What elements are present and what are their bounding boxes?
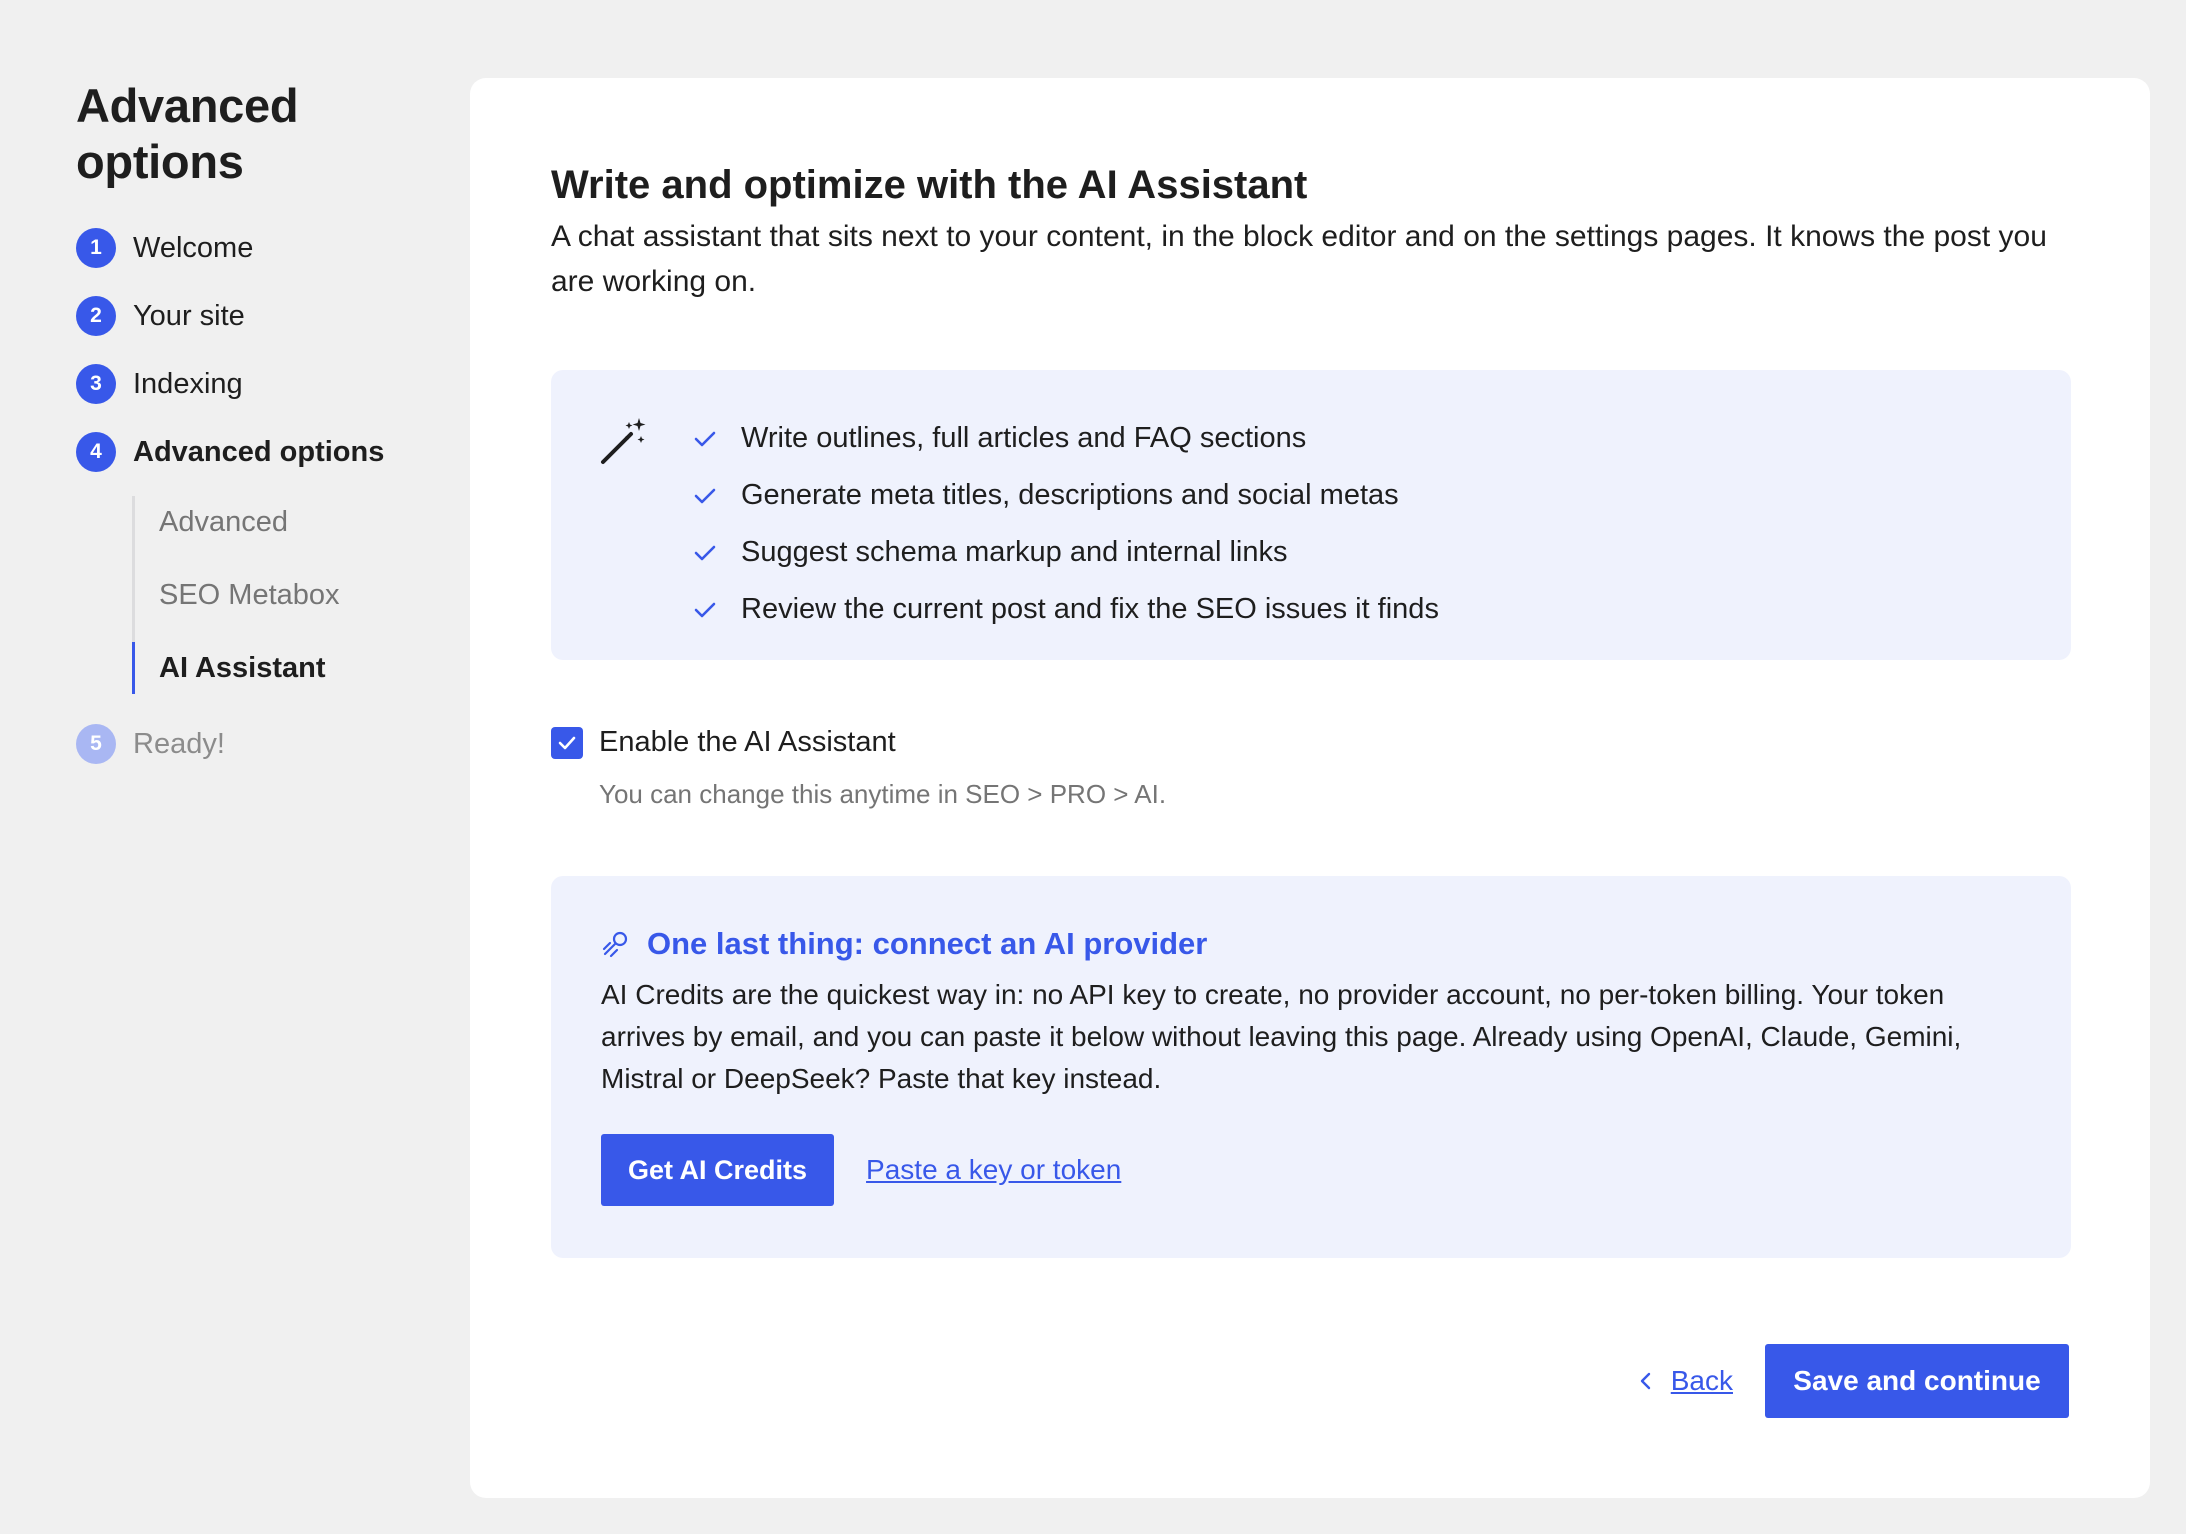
step-label: Ready! bbox=[133, 727, 225, 760]
provider-title: One last thing: connect an AI provider bbox=[647, 926, 1208, 961]
list-item: Generate meta titles, descriptions and s… bbox=[691, 467, 1439, 524]
step-label: Advanced options bbox=[133, 435, 385, 468]
main-card: Write and optimize with the AI Assistant… bbox=[470, 78, 2150, 1498]
provider-heading: One last thing: connect an AI provider bbox=[601, 926, 2021, 962]
checkmark-icon bbox=[558, 736, 576, 749]
footer-actions: Back Save and continue bbox=[1635, 1344, 2069, 1418]
enable-ai-assistant-label[interactable]: Enable the AI Assistant bbox=[599, 726, 896, 759]
feature-text: Write outlines, full articles and FAQ se… bbox=[741, 422, 1307, 454]
step-number: 3 bbox=[76, 364, 116, 404]
plug-icon bbox=[602, 931, 628, 958]
feature-text: Review the current post and fix the SEO … bbox=[741, 593, 1439, 625]
back-link[interactable]: Back bbox=[1635, 1365, 1733, 1397]
step-number: 2 bbox=[76, 296, 116, 336]
step-advanced-options[interactable]: 4 Advanced options bbox=[76, 432, 436, 472]
substep-ai-assistant[interactable]: AI Assistant bbox=[132, 642, 436, 694]
page-description: A chat assistant that sits next to your … bbox=[551, 220, 2047, 298]
features-list: Write outlines, full articles and FAQ se… bbox=[691, 410, 1439, 638]
page-title: Write and optimize with the AI Assistant bbox=[551, 163, 1308, 207]
save-and-continue-button[interactable]: Save and continue bbox=[1765, 1344, 2069, 1418]
list-item: Review the current post and fix the SEO … bbox=[691, 581, 1439, 638]
steps-list: 1 Welcome 2 Your site 3 Indexing 4 Advan… bbox=[76, 228, 436, 764]
check-icon bbox=[694, 488, 716, 503]
substep-seo-metabox[interactable]: SEO Metabox bbox=[135, 569, 436, 621]
step-label: Indexing bbox=[133, 367, 243, 400]
chevron-left-icon bbox=[1640, 1372, 1650, 1390]
features-panel: Write outlines, full articles and FAQ se… bbox=[551, 370, 2071, 660]
step-number: 1 bbox=[76, 228, 116, 268]
back-label: Back bbox=[1670, 1365, 1733, 1396]
substep-advanced[interactable]: Advanced bbox=[135, 496, 436, 548]
substeps-list: Advanced SEO Metabox AI Assistant bbox=[132, 496, 436, 694]
check-icon bbox=[694, 431, 716, 446]
provider-actions: Get AI Credits Paste a key or token bbox=[601, 1134, 2021, 1206]
feature-text: Generate meta titles, descriptions and s… bbox=[741, 479, 1399, 511]
check-icon bbox=[694, 602, 716, 617]
feature-text: Suggest schema markup and internal links bbox=[741, 536, 1288, 568]
step-label: Your site bbox=[133, 299, 245, 332]
ai-provider-panel: One last thing: connect an AI provider A… bbox=[551, 876, 2071, 1258]
enable-ai-assistant-checkbox[interactable] bbox=[551, 726, 583, 759]
step-label: Welcome bbox=[133, 231, 254, 264]
check-icon bbox=[694, 545, 716, 560]
get-ai-credits-button[interactable]: Get AI Credits bbox=[601, 1134, 835, 1206]
list-item: Write outlines, full articles and FAQ se… bbox=[691, 410, 1439, 467]
step-ready[interactable]: 5 Ready! bbox=[76, 724, 436, 764]
list-item: Suggest schema markup and internal links bbox=[691, 524, 1439, 581]
setup-wizard-sidebar: Advanced options 1 Welcome 2 Your site 3… bbox=[76, 78, 436, 792]
step-number: 5 bbox=[76, 724, 116, 764]
step-welcome[interactable]: 1 Welcome bbox=[76, 228, 436, 268]
card-content: Write and optimize with the AI Assistant… bbox=[551, 158, 2071, 1258]
enable-help-text: You can change this anytime in SEO > PRO… bbox=[599, 779, 1167, 809]
sidebar-title: Advanced options bbox=[76, 79, 299, 188]
magic-wand-icon bbox=[601, 418, 646, 464]
provider-description: AI Credits are the quickest way in: no A… bbox=[601, 979, 1962, 1094]
step-number: 4 bbox=[76, 432, 116, 472]
enable-ai-assistant-row: Enable the AI Assistant bbox=[551, 726, 2071, 759]
step-indexing[interactable]: 3 Indexing bbox=[76, 364, 436, 404]
paste-key-link[interactable]: Paste a key or token bbox=[866, 1154, 1121, 1186]
step-your-site[interactable]: 2 Your site bbox=[76, 296, 436, 336]
